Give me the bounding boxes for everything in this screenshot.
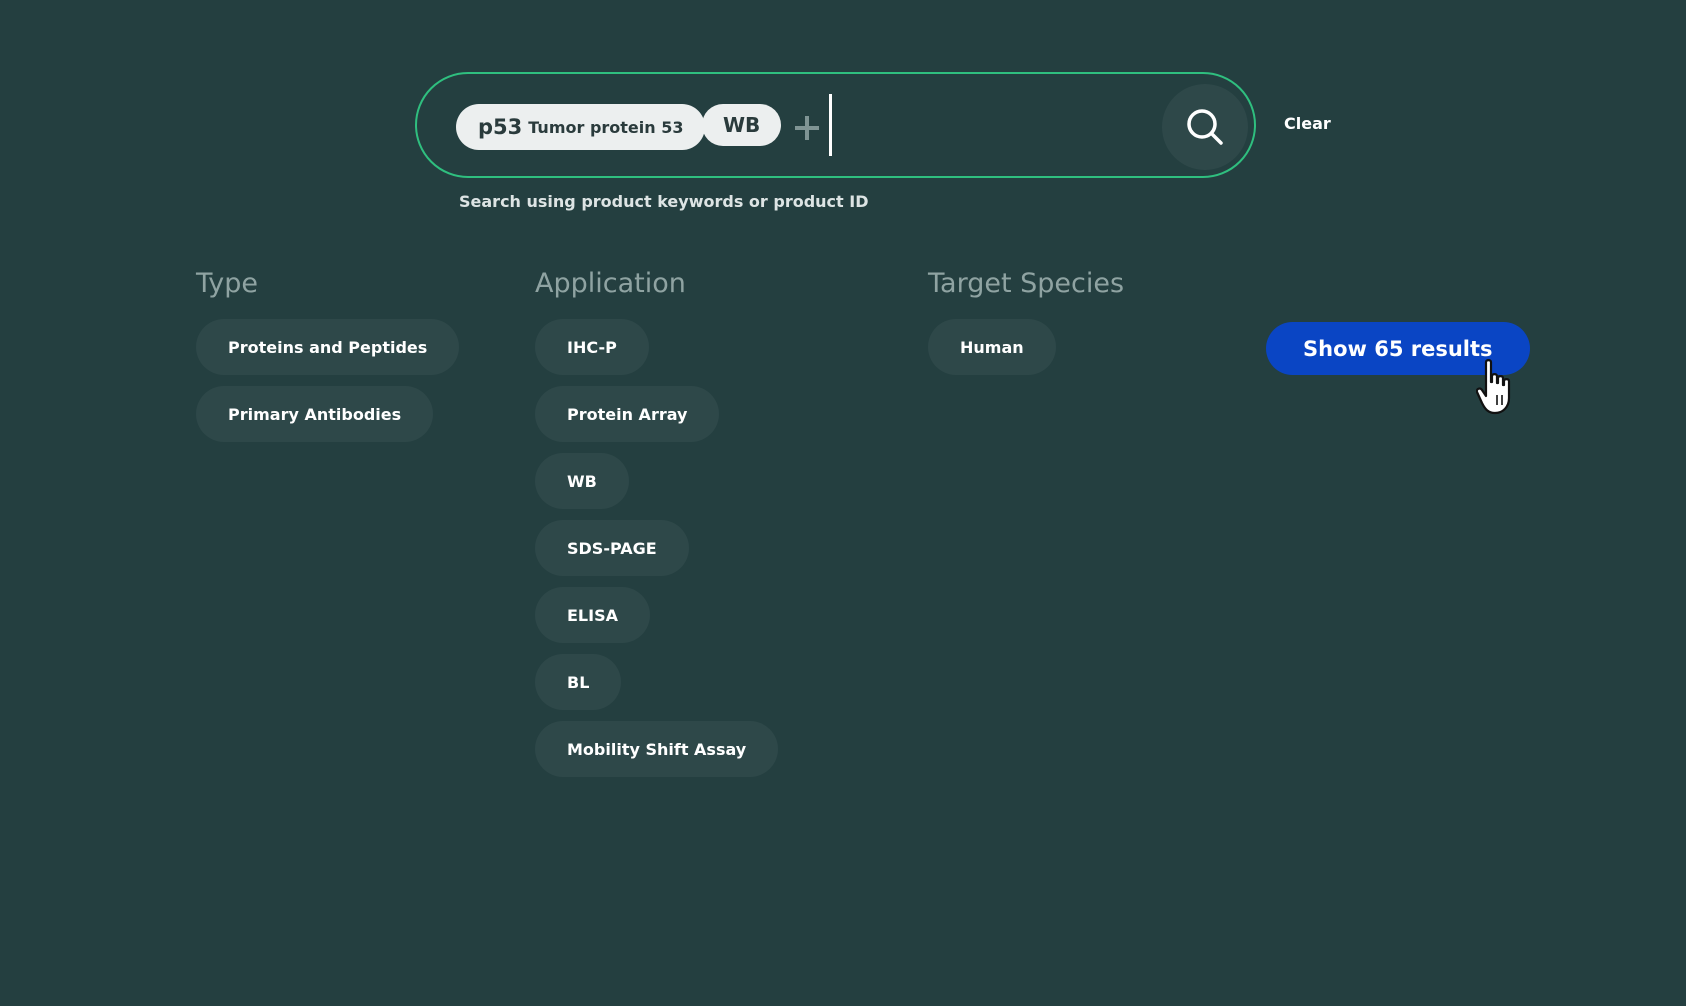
facet-application: Application IHC-P Protein Array WB SDS-P… [535,268,779,777]
facet-option-ihc-p[interactable]: IHC-P [535,319,649,375]
facet-option-protein-array[interactable]: Protein Array [535,386,720,442]
facet-option-primary-antibodies[interactable]: Primary Antibodies [196,386,434,442]
search-chip-p53[interactable]: p53 Tumor protein 53 [456,104,706,150]
text-caret [829,94,832,156]
facet-option-elisa[interactable]: ELISA [535,587,650,643]
clear-button[interactable]: Clear [1284,114,1331,133]
facet-option-bl[interactable]: BL [535,654,622,710]
facet-heading-application: Application [535,268,686,299]
search-chip-wb[interactable]: WB [702,104,782,146]
search-filter-page: p53 Tumor protein 53 WB Search using pro… [0,0,1686,1006]
hand-pointer-icon [1476,359,1511,415]
plus-icon[interactable] [795,116,819,140]
facet-option-sds-page[interactable]: SDS-PAGE [535,520,689,576]
facet-list-target-species: Human [928,319,1124,375]
chip-code: p53 [478,115,523,139]
facet-option-wb[interactable]: WB [535,453,629,509]
search-helper-text: Search using product keywords or product… [459,192,869,211]
search-icon [1187,109,1223,145]
facet-heading-type: Type [196,268,259,299]
facet-list-type: Proteins and Peptides Primary Antibodies [196,319,460,442]
facet-target-species: Target Species Human [928,268,1124,375]
search-bar[interactable]: p53 Tumor protein 53 WB [415,72,1571,178]
search-button[interactable] [1162,84,1248,170]
facet-list-application: IHC-P Protein Array WB SDS-PAGE ELISA BL… [535,319,779,777]
facet-heading-target-species: Target Species [928,268,1125,299]
facet-option-proteins-and-peptides[interactable]: Proteins and Peptides [196,319,460,375]
facet-type: Type Proteins and Peptides Primary Antib… [196,268,460,442]
facet-option-mobility-shift-assay[interactable]: Mobility Shift Assay [535,721,779,777]
chip-code: WB [723,113,761,137]
chip-description: Tumor protein 53 [528,117,684,137]
facet-option-human[interactable]: Human [928,319,1056,375]
